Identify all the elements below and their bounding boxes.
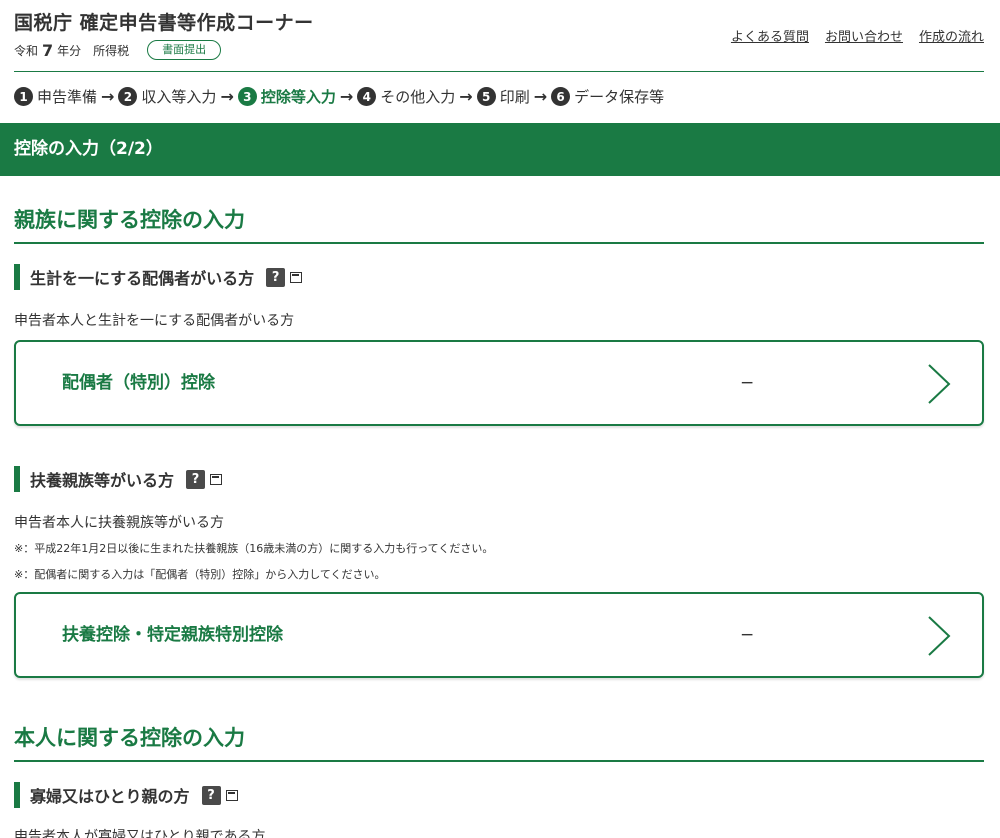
arrow-right-icon: → — [339, 87, 354, 106]
year-suffix: 年分 — [57, 43, 82, 58]
step-3: 3 控除等入力 — [237, 86, 336, 107]
step-label: 印刷 — [499, 88, 530, 106]
step-1: 1 申告準備 — [14, 86, 97, 107]
chevron-right-icon — [928, 364, 951, 404]
dependent-note-1: ※：平成22年1月2日以後に生まれた扶養親族（16歳未満の方）に関する入力も行っ… — [14, 542, 494, 555]
widow-heading-text: 寡婦又はひとり親の方 — [30, 787, 190, 806]
heading-bar — [14, 466, 20, 492]
step-4: 4 その他入力 — [357, 86, 455, 107]
faq-link[interactable]: よくある質問 — [731, 26, 809, 45]
widow-heading: 寡婦又はひとり親の方 ? — [14, 782, 238, 808]
heading-bar — [14, 264, 20, 290]
step-label: その他入力 — [380, 88, 456, 106]
spouse-description: 申告者本人と生計を一にする配偶者がいる方 — [14, 313, 295, 329]
new-window-icon — [210, 473, 223, 485]
card-value: − — [740, 625, 755, 645]
question-icon[interactable]: ? — [201, 785, 221, 805]
arrow-right-icon: → — [533, 87, 548, 106]
step-label: 収入等入力 — [141, 88, 217, 106]
header-divider — [14, 71, 984, 72]
year-number: 7 — [42, 40, 54, 60]
step-number-icon: 2 — [118, 87, 138, 106]
dependent-note-2: ※：配偶者に関する入力は「配偶者（特別）控除」から入力してください。 — [14, 568, 386, 581]
arrow-right-icon: → — [101, 87, 115, 106]
page-banner: 控除の入力（2/2） — [0, 123, 1000, 176]
tax-type: 所得税 — [93, 43, 130, 58]
question-icon[interactable]: ? — [186, 469, 206, 489]
spouse-deduction-card[interactable]: 配偶者（特別）控除 − — [14, 340, 984, 426]
step-number-icon: 1 — [14, 87, 33, 106]
era-label: 令和 — [14, 43, 39, 58]
dependent-heading: 扶養親族等がいる方 ? — [14, 466, 223, 492]
step-number-icon: 5 — [476, 87, 496, 106]
card-value: − — [740, 373, 755, 393]
step-label: 申告準備 — [37, 88, 98, 106]
header-links: よくある質問 お問い合わせ 作成の流れ — [731, 26, 984, 45]
dependent-description: 申告者本人に扶養親族等がいる方 — [14, 515, 224, 531]
step-2: 2 収入等入力 — [118, 86, 216, 107]
submission-badge: 書面提出 — [147, 40, 222, 60]
dependent-deduction-card[interactable]: 扶養控除・特定親族特別控除 − — [14, 592, 984, 678]
family-section-title: 親族に関する控除の入力 — [14, 204, 984, 244]
question-icon[interactable]: ? — [266, 267, 286, 287]
flow-link[interactable]: 作成の流れ — [919, 26, 984, 45]
widow-description: 申告者本人が寡婦又はひとり親である方 — [14, 829, 266, 838]
page-header: 国税庁 確定申告書等作成コーナー 令和 7 年分 所得税 書面提出 よくある質問… — [0, 0, 1000, 72]
spouse-heading: 生計を一にする配偶者がいる方 ? — [14, 264, 303, 290]
step-number-icon: 3 — [237, 87, 257, 106]
arrow-right-icon: → — [220, 87, 234, 106]
arrow-right-icon: → — [459, 87, 473, 106]
progress-steps: 1 申告準備 → 2 収入等入力 → 3 控除等入力 → 4 その他入力 → 5 印刷 →… — [14, 86, 664, 107]
step-label: データ保存等 — [574, 88, 665, 106]
new-window-icon — [225, 789, 238, 801]
step-5: 5 印刷 — [476, 86, 530, 107]
year-line: 令和 7 年分 所得税 書面提出 — [14, 40, 222, 60]
step-6: 6 データ保存等 — [551, 86, 664, 107]
chevron-right-icon — [928, 616, 951, 656]
step-number-icon: 6 — [551, 87, 571, 106]
site-title: 国税庁 確定申告書等作成コーナー — [14, 12, 314, 34]
spouse-heading-text: 生計を一にする配偶者がいる方 — [30, 269, 255, 288]
card-label: 配偶者（特別）控除 — [62, 373, 215, 393]
new-window-icon — [290, 271, 303, 283]
self-section-title: 本人に関する控除の入力 — [14, 722, 984, 762]
contact-link[interactable]: お問い合わせ — [825, 26, 903, 45]
step-label: 控除等入力 — [260, 88, 336, 106]
step-number-icon: 4 — [357, 87, 377, 106]
card-label: 扶養控除・特定親族特別控除 — [62, 625, 283, 645]
heading-bar — [14, 782, 20, 808]
dependent-heading-text: 扶養親族等がいる方 — [30, 471, 175, 490]
